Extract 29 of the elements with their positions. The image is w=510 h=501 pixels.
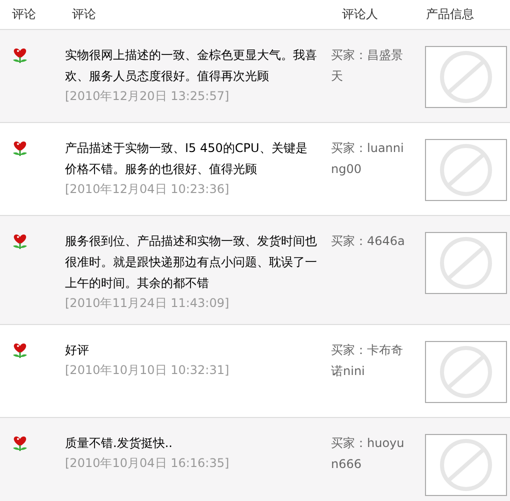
reviewer-name: 买家：卡布奇诺nini: [331, 343, 403, 378]
column-header: 评论人: [341, 6, 379, 23]
comment-date: [2010年10月04日 16:16:35]: [65, 455, 230, 472]
flower-icon: [12, 139, 28, 157]
comment-date: [2010年12月20日 13:25:57]: [65, 88, 230, 105]
no-image-icon: [425, 434, 507, 496]
column-header: 评论: [11, 6, 37, 23]
comment-date: [2010年10月10日 10:32:31]: [65, 362, 230, 379]
column-header: 评论: [71, 6, 97, 23]
no-image-icon: [425, 232, 507, 294]
flower-icon: [12, 434, 28, 452]
comment-text: 实物很网上描述的一致、金棕色更显大气。我喜欢、服务人员态度很好。值得再次光顾: [65, 47, 317, 85]
flower-icon: [12, 341, 28, 359]
comment-date: [2010年11月24日 11:43:09]: [65, 295, 230, 312]
column-header: 产品信息: [425, 6, 475, 23]
no-image-icon: [425, 341, 507, 403]
comment-text: 好评: [65, 342, 90, 359]
flower-icon: [12, 232, 28, 250]
comment-text: 服务很到位、产品描述和实物一致、发货时间也很准时。就是跟快递那边有点小问题、耽误了一上午的时间。其余的都不错: [65, 233, 317, 292]
reviewer-name: 买家：huoyun666: [331, 436, 404, 471]
no-image-icon: [425, 46, 507, 108]
reviewer-name: 买家：4646a: [331, 234, 405, 248]
comment-date: [2010年12月04日 10:23:36]: [65, 181, 230, 198]
reviewer-name: 买家：luanning00: [331, 141, 404, 176]
flower-icon: [12, 46, 28, 64]
reviewer-name: 买家：昌盛景天: [331, 48, 403, 83]
comment-text: 产品描述于实物一致、I5 450的CPU、关键是价格不错。服务的也很好、值得光顾: [65, 140, 308, 178]
no-image-icon: [425, 139, 507, 201]
comment-text: 质量不错.发货挺快..: [65, 435, 174, 452]
